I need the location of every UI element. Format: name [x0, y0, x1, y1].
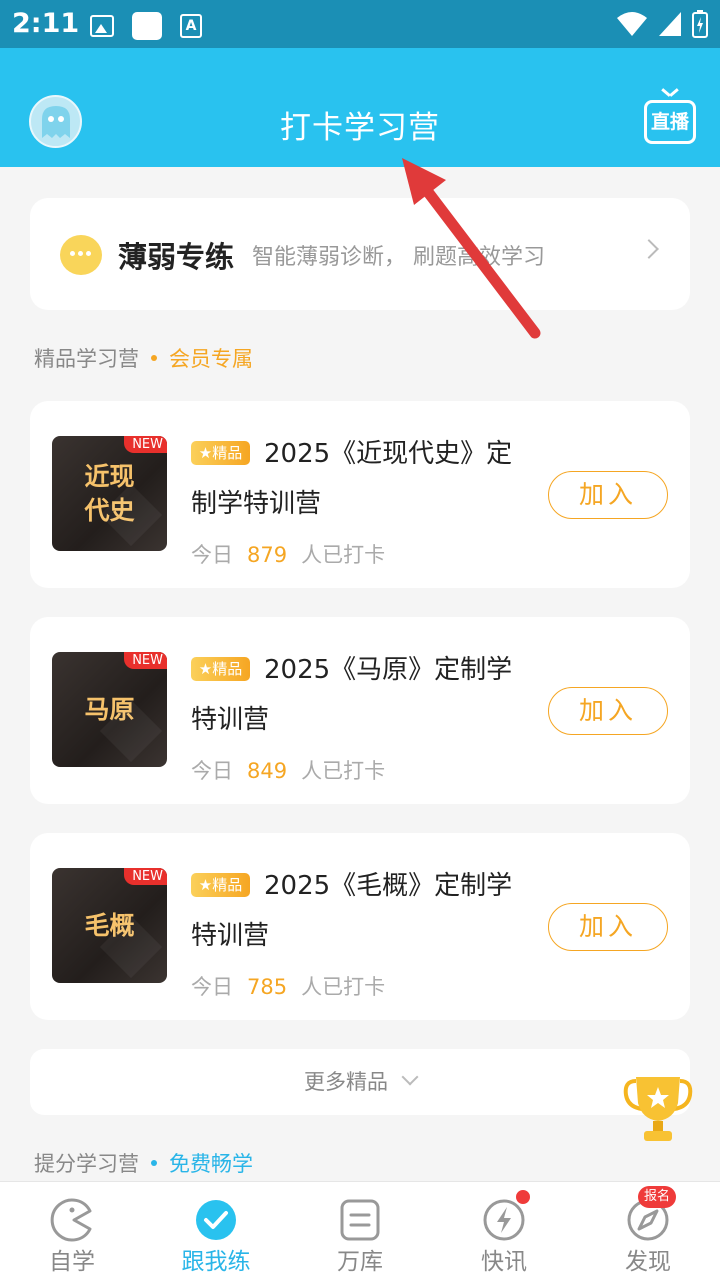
tab-label: 跟我练 — [181, 1249, 251, 1275]
wifi-icon — [617, 12, 647, 36]
cover-text: 毛概 — [84, 910, 135, 940]
premium-tag: ★精品 — [191, 441, 250, 465]
live-button[interactable]: 直播 — [644, 100, 696, 144]
system-icons — [616, 10, 708, 38]
section-title: 精品学习营 — [34, 347, 139, 371]
checkin-count: 785 — [247, 975, 288, 999]
battery-icon — [692, 10, 708, 38]
tab-label: 万库 — [337, 1249, 383, 1275]
course-cover: 马原 NEW — [52, 652, 167, 767]
weak-practice-title: 薄弱专练 — [118, 240, 235, 274]
course-card[interactable]: 毛概 NEW ★精品 2025《毛概》定制学特训营 今日 785 人已打卡 加入 — [30, 833, 690, 1020]
join-button[interactable]: 加入 — [548, 903, 668, 951]
tab-label: 快讯 — [481, 1249, 527, 1275]
course-cover: 近现代史 NEW — [52, 436, 167, 551]
signal-icon — [659, 12, 681, 36]
stat-prefix: 今日 — [191, 975, 233, 999]
course-card[interactable]: 马原 NEW ★精品 2025《马原》定制学特训营 今日 849 人已打卡 加入 — [30, 617, 690, 804]
pacman-icon — [50, 1198, 92, 1242]
document-icon — [340, 1199, 380, 1241]
course-card[interactable]: 近现代史 NEW ★精品 2025《近现代史》定制学特训营 今日 879 人已打卡 加… — [30, 401, 690, 588]
tab-news[interactable]: 快讯 — [432, 1182, 576, 1280]
checkin-count: 879 — [247, 543, 288, 567]
tab-library[interactable]: 万库 — [288, 1182, 432, 1280]
course-title-block: ★精品 2025《毛概》定制学特训营 — [191, 861, 531, 961]
checkin-stat: 今日 879 人已打卡 — [191, 539, 385, 569]
chevron-right-icon — [639, 239, 659, 259]
stat-suffix: 人已打卡 — [301, 759, 386, 783]
new-badge: NEW — [124, 868, 167, 885]
page-title: 打卡学习营 — [280, 110, 440, 146]
checkin-stat: 今日 849 人已打卡 — [191, 755, 385, 785]
news-notification-dot — [514, 1188, 532, 1206]
keyboard-notification-icon: A — [180, 14, 202, 38]
checkin-stat: 今日 785 人已打卡 — [191, 971, 385, 1001]
cover-text: 近现代史 — [84, 461, 135, 525]
chevron-down-icon — [401, 1068, 419, 1086]
new-badge: NEW — [124, 652, 167, 669]
join-button[interactable]: 加入 — [548, 471, 668, 519]
boost-section-header: 提分学习营 免费畅学 — [34, 1148, 253, 1178]
trophy-icon[interactable] — [622, 1073, 694, 1147]
stat-prefix: 今日 — [191, 759, 233, 783]
chat-bubble-icon — [60, 235, 102, 275]
bottom-tab-bar: 自学 跟我练 万库 快讯 发现 — [0, 1181, 720, 1280]
premium-tag-label: 精品 — [212, 444, 243, 462]
app-header: 打卡学习营 直播 — [0, 48, 720, 167]
course-cover: 毛概 NEW — [52, 868, 167, 983]
premium-tag: ★精品 — [191, 657, 250, 681]
join-button[interactable]: 加入 — [548, 687, 668, 735]
section-tag: 会员专属 — [169, 347, 253, 371]
more-label: 更多精品 — [304, 1070, 388, 1094]
section-title: 提分学习营 — [34, 1152, 139, 1176]
stat-suffix: 人已打卡 — [301, 975, 386, 999]
tab-self-study[interactable]: 自学 — [0, 1182, 144, 1280]
notification-icons: A — [90, 12, 202, 40]
premium-tag: ★精品 — [191, 873, 250, 897]
tab-label: 发现 — [625, 1249, 671, 1275]
weak-practice-subtitle: 智能薄弱诊断， 刷题高效学习 — [252, 245, 545, 270]
stat-suffix: 人已打卡 — [301, 543, 386, 567]
weak-practice-card[interactable]: 薄弱专练 智能薄弱诊断， 刷题高效学习 — [30, 198, 690, 310]
cover-text: 马原 — [84, 694, 135, 724]
stat-prefix: 今日 — [191, 543, 233, 567]
check-circle-icon — [196, 1200, 236, 1240]
status-time: 2:11 — [12, 8, 80, 39]
premium-tag-label: 精品 — [212, 876, 243, 894]
course-title-block: ★精品 2025《近现代史》定制学特训营 — [191, 429, 531, 529]
tab-practice[interactable]: 跟我练 — [144, 1182, 288, 1280]
app-notification-icon — [132, 12, 162, 40]
tab-label: 自学 — [49, 1249, 95, 1275]
signup-badge: 报名 — [638, 1186, 677, 1208]
premium-section-header: 精品学习营 会员专属 — [34, 343, 253, 373]
checkin-count: 849 — [247, 759, 288, 783]
dot-icon — [151, 355, 157, 361]
image-notification-icon — [90, 15, 114, 37]
course-title-block: ★精品 2025《马原》定制学特训营 — [191, 645, 531, 745]
premium-tag-label: 精品 — [212, 660, 243, 678]
status-bar: 2:11 A — [0, 0, 720, 48]
dot-icon — [151, 1160, 157, 1166]
new-badge: NEW — [124, 436, 167, 453]
more-premium-button[interactable]: 更多精品 — [30, 1049, 690, 1115]
section-tag: 免费畅学 — [169, 1152, 253, 1176]
